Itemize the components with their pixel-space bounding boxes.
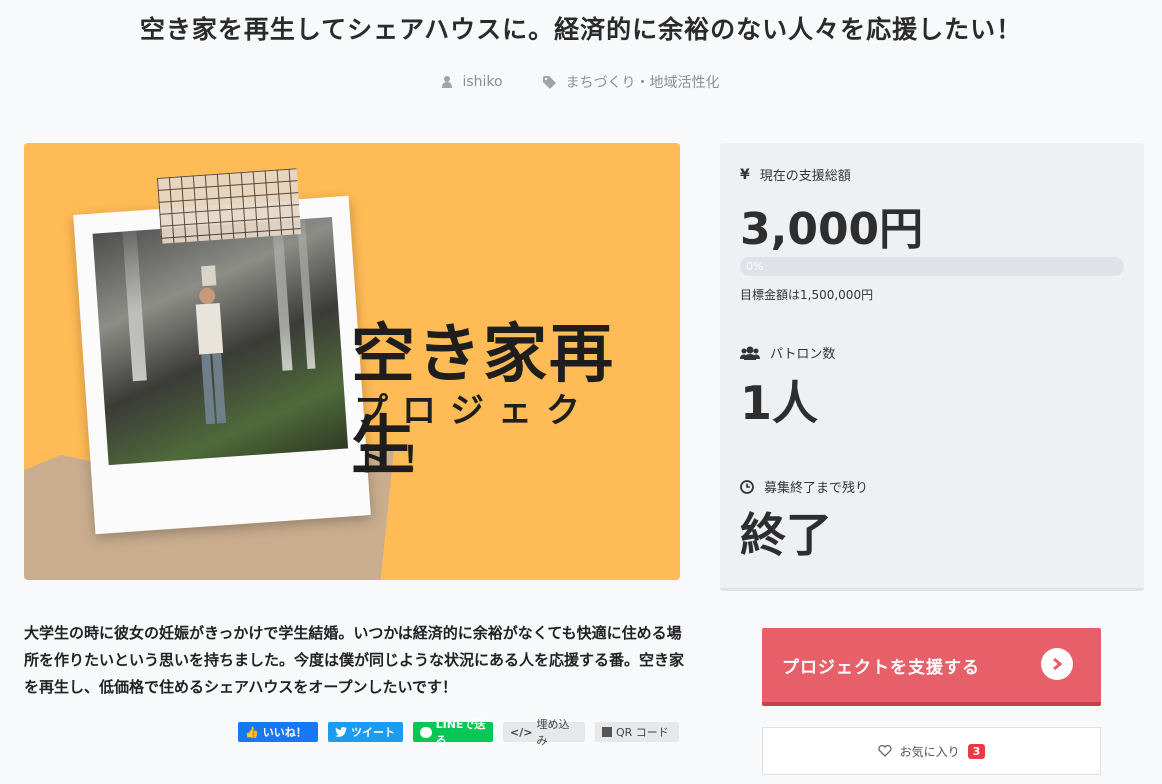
yen-icon: ¥ [740,166,750,183]
embed-button[interactable]: </> 埋め込み [503,718,585,747]
twitter-bird-icon [335,727,347,737]
category-name: まちづくり・地域活性化 [565,75,720,91]
favorite-button[interactable]: お気に入り 3 [762,727,1101,775]
person-figure [195,265,227,425]
waterfall-decoration [297,218,316,370]
favorite-count-badge: 3 [967,743,986,759]
line-icon [420,726,432,738]
remaining-label-text: 募集終了まで残り [764,481,869,496]
hero-subline: プロジェクト！ [354,391,594,480]
line-label: LINEで送る [435,718,486,747]
remaining-time-value: 終了 [740,508,832,562]
goal-amount: 目標金額は1,500,000円 [740,288,874,302]
tape-decoration [156,168,302,244]
tag-icon [542,75,556,89]
total-amount-value: 3,000円 [740,204,924,255]
total-label-text: 現在の支援総額 [759,169,851,184]
polaroid-frame [73,195,371,535]
qr-label: QR コード [616,726,669,739]
project-hero-image: 空き家再生 プロジェクト！ [24,143,680,580]
qr-code-button[interactable]: QR コード [595,722,679,742]
project-description: 大学生の時に彼女の妊娠がきっかけで学生結婚。いつかは経済的に余裕がなくても快適に… [24,624,685,696]
qr-icon [602,727,612,737]
tweet-button[interactable]: ツイート [328,722,403,742]
facebook-like-button[interactable]: 👍 いいね！ [238,722,318,742]
patron-count-label: パトロン数 [740,343,835,362]
waterfall-decoration [272,220,293,371]
project-photo [92,216,349,466]
funding-progress-bar: 0% [740,257,1124,276]
embed-label: 埋め込み [536,718,570,747]
line-share-button[interactable]: LINEで送る [413,718,493,747]
code-icon: </> [510,725,533,739]
author-name: ishiko [462,74,503,90]
total-amount-label: ¥ 現在の支援総額 [740,165,851,185]
progress-percent: 0% [746,260,764,273]
chevron-right-icon [1041,648,1073,680]
support-project-button[interactable]: プロジェクトを支援する [762,628,1101,706]
remaining-time-label: 募集終了まで残り [740,477,868,496]
tweet-label: ツイート [351,726,395,739]
thumbs-up-icon: 👍 [245,725,259,739]
favorite-label: お気に入り [899,744,960,759]
project-meta: ishiko まちづくり・地域活性化 [0,72,1162,92]
patron-count-value: 1人 [740,376,819,430]
funding-stats-panel: ¥ 現在の支援総額 3,000円 0% 目標金額は1,500,000円 パトロン… [720,143,1144,591]
like-label: いいね！ [262,726,307,739]
author-link[interactable]: ishiko [442,72,503,92]
patron-label-text: パトロン数 [770,347,836,362]
support-label: プロジェクトを支援する [782,657,980,678]
user-icon [442,76,453,88]
heart-icon [878,745,892,757]
waterfall-decoration [122,230,147,382]
category-link[interactable]: まちづくり・地域活性化 [542,72,720,92]
project-title: 空き家を再生してシェアハウスに。経済的に余裕のない人々を応援したい！ [139,15,1023,44]
users-icon [740,346,760,360]
clock-icon [740,479,754,494]
share-buttons: 👍 いいね！ ツイート LINEで送る </> 埋め込み QR コード [238,718,679,747]
